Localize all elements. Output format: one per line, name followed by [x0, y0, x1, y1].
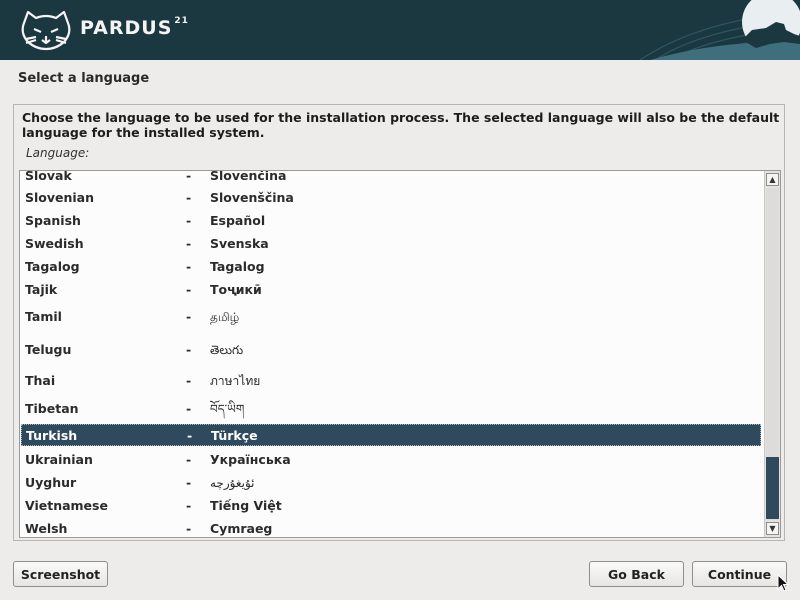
language-name: Tagalog	[25, 259, 80, 274]
brand-wordmark: PARDUS 21	[80, 16, 189, 39]
language-name: Tajik	[25, 282, 58, 297]
language-native-name: Slovenčina	[210, 171, 287, 183]
language-name: Telugu	[25, 342, 72, 357]
page-description: Choose the language to be used for the i…	[22, 110, 780, 140]
language-native-name: Svenska	[210, 236, 269, 251]
language-name: Uyghur	[25, 475, 77, 490]
language-row-thai[interactable]: Thai - ภาษาไทย	[21, 367, 761, 395]
mouse-cursor-icon	[777, 574, 789, 592]
language-row-slovenian[interactable]: Slovenian - Slovenščina	[21, 187, 761, 209]
language-separator: -	[186, 309, 192, 324]
language-row-tajik[interactable]: Tajik - Тоҷикӣ	[21, 279, 761, 301]
language-name: Thai	[25, 373, 56, 388]
language-rows: Slovak - Slovenčina Slovenian - Slovenščina Sp…	[20, 171, 763, 537]
language-list-label: Language:	[26, 146, 90, 160]
language-name: Ukrainian	[25, 452, 93, 467]
language-row-tibetan[interactable]: Tibetan - བོད་ཡིག	[21, 396, 761, 422]
language-separator: -	[186, 213, 192, 228]
language-separator: -	[186, 401, 192, 416]
language-native-name: Cymraeg	[210, 521, 273, 536]
language-listbox[interactable]: Slovak - Slovenčina Slovenian - Slovenščina Sp…	[19, 170, 781, 538]
language-separator: -	[186, 475, 192, 490]
language-native-name: Español	[210, 213, 266, 228]
language-native-name: Slovenščina	[210, 190, 294, 205]
language-name: Slovak	[25, 171, 72, 183]
language-native-name: Türkçe	[211, 428, 258, 443]
scroll-up-button[interactable]: ▲	[766, 173, 779, 186]
go-back-button[interactable]: Go Back	[589, 561, 684, 587]
pardus-logo-icon	[21, 10, 71, 51]
language-native-name: Тоҷикӣ	[210, 282, 262, 297]
language-row-swedish[interactable]: Swedish - Svenska	[21, 233, 761, 255]
language-separator: -	[186, 259, 192, 274]
scroll-down-button[interactable]: ▼	[766, 522, 779, 535]
language-row-ukrainian[interactable]: Ukrainian - Українська	[21, 449, 761, 471]
language-separator: -	[186, 282, 192, 297]
language-separator: -	[186, 373, 192, 388]
language-row-vietnamese[interactable]: Vietnamese - Tiếng Việt	[21, 495, 761, 517]
language-row-turkish[interactable]: Turkish - Türkçe	[21, 424, 761, 446]
language-separator: -	[186, 236, 192, 251]
language-name: Slovenian	[25, 190, 95, 205]
language-row-welsh[interactable]: Welsh - Cymraeg	[21, 518, 761, 537]
language-native-name: தமிழ்	[210, 310, 240, 324]
language-separator: -	[187, 428, 193, 443]
language-name: Tamil	[25, 309, 62, 324]
brand-name: PARDUS	[80, 17, 173, 39]
language-row-uyghur[interactable]: Uyghur - ئۇيغۇرچە	[21, 472, 761, 494]
language-name: Welsh	[25, 521, 68, 536]
language-separator: -	[186, 498, 192, 513]
language-separator: -	[186, 452, 192, 467]
language-native-name: བོད་ཡིག	[210, 402, 245, 416]
language-native-name: Tiếng Việt	[210, 498, 282, 513]
language-name: Swedish	[25, 236, 84, 251]
list-scrollbar[interactable]: ▲ ▼	[764, 171, 780, 537]
screenshot-button[interactable]: Screenshot	[13, 561, 108, 587]
language-native-name: ئۇيغۇرچە	[210, 476, 255, 490]
language-name: Turkish	[26, 428, 78, 443]
language-name: Vietnamese	[25, 498, 108, 513]
scrollbar-thumb[interactable]	[766, 457, 779, 519]
continue-button[interactable]: Continue	[692, 561, 787, 587]
language-row-spanish[interactable]: Spanish - Español	[21, 210, 761, 232]
language-name: Spanish	[25, 213, 81, 228]
header-banner: PARDUS 21	[0, 0, 800, 60]
language-native-name: Українська	[210, 452, 291, 467]
language-native-name: తెలుగు	[210, 343, 244, 357]
language-row-tagalog[interactable]: Tagalog - Tagalog	[21, 256, 761, 278]
language-row-telugu[interactable]: Telugu - తెలుగు	[21, 335, 761, 365]
language-separator: -	[186, 190, 192, 205]
page-title: Select a language	[18, 71, 150, 86]
language-separator: -	[186, 171, 192, 183]
language-name: Tibetan	[25, 401, 79, 416]
language-native-name: Tagalog	[210, 259, 265, 274]
brand-version: 21	[174, 16, 189, 26]
language-separator: -	[186, 342, 192, 357]
language-separator: -	[186, 521, 192, 536]
language-row-tamil[interactable]: Tamil - தமிழ்	[21, 302, 761, 332]
language-native-name: ภาษาไทย	[210, 374, 261, 388]
language-row-slovak[interactable]: Slovak - Slovenčina	[21, 171, 761, 187]
